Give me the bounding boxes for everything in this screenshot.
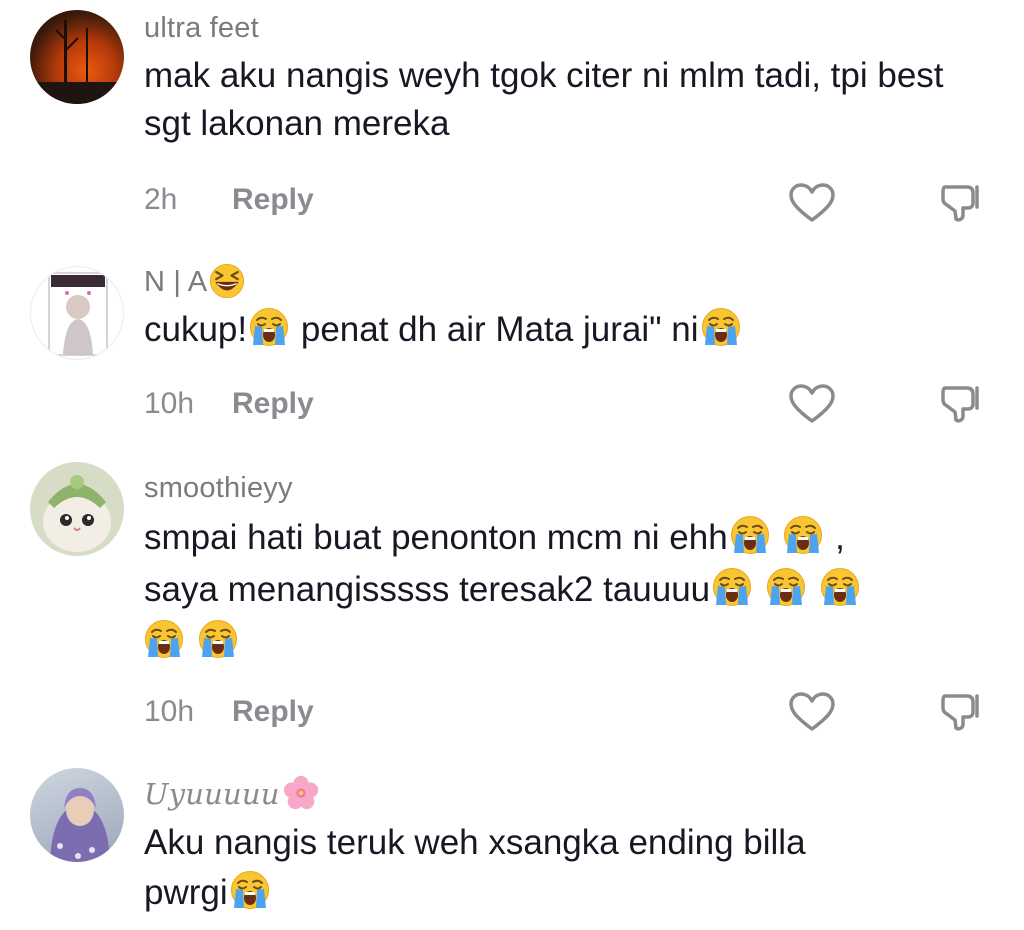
avatar[interactable] bbox=[30, 266, 124, 360]
comment-text-punct: , bbox=[835, 518, 845, 557]
thumbs-down-icon[interactable] bbox=[934, 690, 984, 734]
thumbs-down-icon[interactable] bbox=[934, 181, 984, 225]
comment-text-line: Aku nangis teruk weh xsangka ending bill… bbox=[144, 823, 806, 862]
loudly-crying-face-icon bbox=[730, 515, 770, 555]
loudly-crying-face-icon bbox=[766, 567, 806, 607]
loudly-crying-face-icon bbox=[820, 567, 860, 607]
heart-icon[interactable] bbox=[787, 181, 837, 225]
loudly-crying-face-icon bbox=[198, 619, 238, 659]
comment-text-part: penat dh air Mata jurai" ni bbox=[291, 310, 699, 349]
comment-text: mak aku nangis weyh tgok citer ni mlm ta… bbox=[144, 56, 944, 143]
reply-button[interactable]: Reply bbox=[232, 183, 314, 216]
heart-icon[interactable] bbox=[787, 690, 837, 734]
loudly-crying-face-icon bbox=[144, 619, 184, 659]
heart-icon[interactable] bbox=[787, 382, 837, 426]
reply-button[interactable]: Reply bbox=[232, 695, 314, 728]
avatar-image bbox=[43, 475, 111, 552]
comment-text-line: saya menangisssss teresak2 tauuuu bbox=[144, 570, 711, 609]
comment-meta: 10h Reply bbox=[144, 692, 314, 732]
avatar[interactable] bbox=[30, 462, 124, 556]
username-text: N | A bbox=[144, 266, 208, 298]
comment-username[interactable]: smoothieyy bbox=[144, 468, 994, 508]
username-text: Uyuuuuu bbox=[144, 777, 280, 811]
thumbs-down-icon[interactable] bbox=[934, 382, 984, 426]
avatar-image bbox=[30, 20, 124, 104]
loudly-crying-face-icon bbox=[712, 567, 752, 607]
comment-text: Aku nangis teruk weh xsangka ending bill… bbox=[144, 818, 994, 918]
comment-meta: 2h Reply bbox=[144, 180, 314, 220]
comment-text-part: cukup! bbox=[144, 310, 248, 349]
loudly-crying-face-icon bbox=[783, 515, 823, 555]
comment-text-line: pwrgi bbox=[144, 873, 228, 912]
comment-meta: 10h Reply bbox=[144, 384, 314, 424]
avatar-image bbox=[48, 272, 108, 356]
grinning-squinting-face-icon bbox=[209, 263, 246, 299]
comment-time: 2h bbox=[144, 183, 178, 216]
comment-time: 10h bbox=[144, 695, 195, 728]
comment-username[interactable]: ultra feet bbox=[144, 8, 994, 48]
avatar[interactable] bbox=[30, 10, 124, 104]
loudly-crying-face-icon bbox=[230, 870, 270, 910]
comment-text-line: smpai hati buat penonton mcm ni ehh bbox=[144, 518, 728, 557]
comment-username[interactable]: N | A bbox=[144, 262, 994, 302]
loudly-crying-face-icon bbox=[701, 307, 740, 347]
cherry-blossom-icon bbox=[283, 775, 318, 810]
comment-text: smpai hati buat penonton mcm ni ehh , sa… bbox=[144, 512, 994, 668]
loudly-crying-face-icon bbox=[249, 307, 289, 347]
avatar-image bbox=[50, 788, 110, 862]
avatar[interactable] bbox=[30, 768, 124, 862]
comment-username[interactable]: Uyuuuuu bbox=[144, 774, 994, 814]
reply-button[interactable]: Reply bbox=[232, 387, 314, 420]
comment-time: 10h bbox=[144, 387, 195, 420]
comment-text: cukup! penat dh air Mata jurai" ni bbox=[144, 306, 994, 354]
